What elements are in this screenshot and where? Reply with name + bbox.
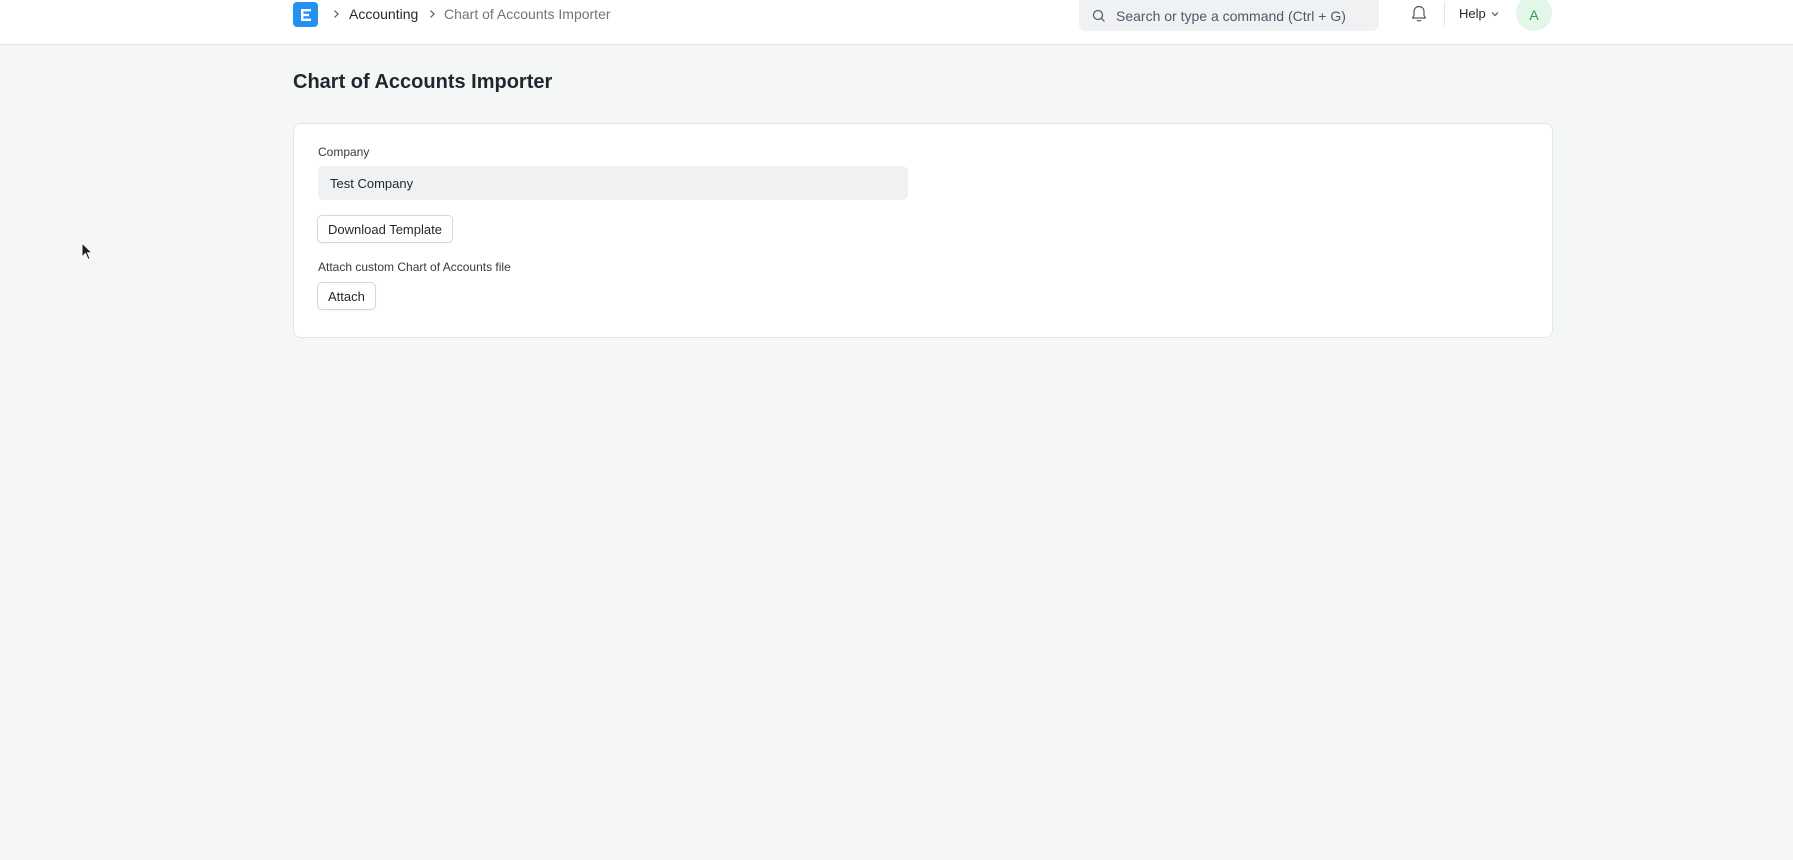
mouse-pointer-icon xyxy=(81,242,93,261)
chevron-right-icon xyxy=(430,10,435,18)
company-field[interactable]: Test Company xyxy=(318,166,908,200)
search-input[interactable]: Search or type a command (Ctrl + G) xyxy=(1079,0,1379,31)
search-placeholder: Search or type a command (Ctrl + G) xyxy=(1116,7,1346,24)
search-icon xyxy=(1092,9,1105,22)
help-label: Help xyxy=(1459,6,1486,21)
app-logo-icon[interactable] xyxy=(293,2,318,27)
attach-label: Attach custom Chart of Accounts file xyxy=(318,260,511,274)
importer-form-card: Company Test Company Download Template A… xyxy=(293,123,1553,338)
breadcrumb-accounting[interactable]: Accounting xyxy=(349,6,418,22)
avatar[interactable]: A xyxy=(1516,0,1552,31)
company-label: Company xyxy=(318,145,370,159)
download-template-button[interactable]: Download Template xyxy=(317,215,453,243)
company-value: Test Company xyxy=(330,175,414,191)
navbar: Accounting Chart of Accounts Importer Se… xyxy=(0,0,1793,45)
chevron-down-icon xyxy=(1491,12,1499,17)
bell-icon[interactable] xyxy=(1409,4,1429,24)
attach-button[interactable]: Attach xyxy=(317,282,376,310)
breadcrumb-current: Chart of Accounts Importer xyxy=(444,6,611,22)
page-title: Chart of Accounts Importer xyxy=(293,71,553,93)
avatar-initial: A xyxy=(1529,7,1539,23)
chevron-right-icon xyxy=(334,10,339,18)
help-dropdown[interactable]: Help xyxy=(1459,6,1500,22)
navbar-divider xyxy=(1444,2,1445,26)
